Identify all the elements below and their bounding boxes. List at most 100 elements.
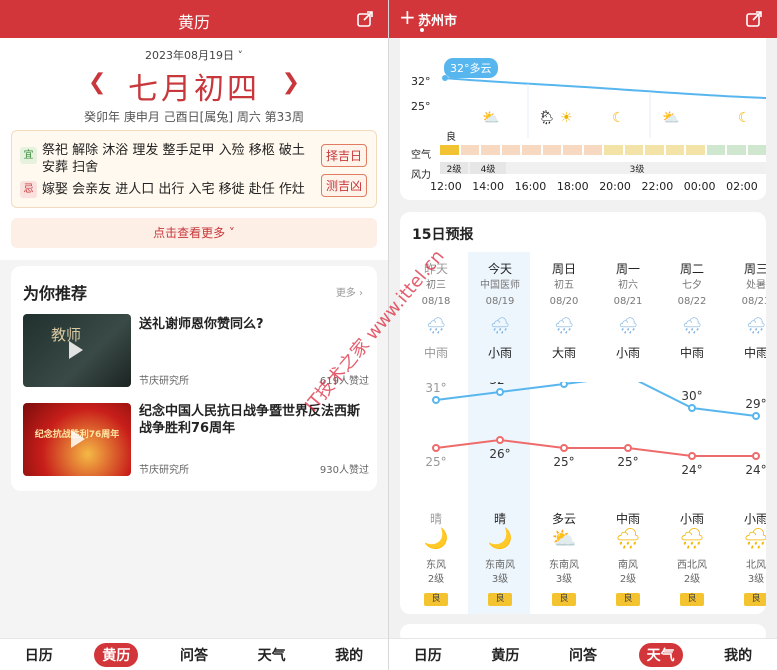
- play-icon: [69, 341, 83, 359]
- lunar-date: 七月初四: [128, 72, 260, 107]
- aqi-badge: 良: [744, 593, 766, 606]
- aqi-badge: 良: [424, 593, 448, 606]
- test-luck-button[interactable]: 测吉凶: [320, 174, 367, 197]
- hour-label: 02:00: [726, 180, 758, 193]
- weather-panel: + 苏州市 32°多云 32° 25° ⛅ 🌦 ☀ ☾ ⛅ ☾ 良 空气 风力 …: [389, 0, 777, 670]
- wind-dir: 北风: [746, 560, 766, 571]
- hour-label: 22:00: [641, 180, 674, 193]
- date-selector[interactable]: 2023年08月19日 ˅: [0, 47, 388, 63]
- add-city-icon[interactable]: +: [399, 5, 416, 29]
- nav-almanac[interactable]: 黄历: [483, 643, 527, 667]
- high-temp-point: [496, 388, 504, 396]
- weather-header: + 苏州市: [389, 0, 777, 38]
- night-weather: 小雨: [743, 512, 766, 526]
- sun-icon: ☀: [560, 110, 573, 126]
- low-temp-line: [435, 438, 756, 457]
- almanac-header: 黄历: [0, 0, 388, 38]
- wind-dir: 东风: [426, 560, 446, 571]
- night-weather: 小雨: [679, 512, 704, 526]
- forecast-card: 15日预报 昨天 初三 08/18 🌧 中雨晴 🌙 东风 2级良今天 中国医师 08/19 🌧 小雨晴…: [400, 212, 766, 614]
- ganzhi-detail: 癸卯年 庚申月 己酉日[属兔] 周六 第33周: [84, 110, 304, 124]
- low-temp-point: [688, 452, 696, 460]
- recommend-title: 为你推荐: [23, 284, 88, 303]
- nav-mine[interactable]: 我的: [327, 643, 371, 667]
- wind-level: 2级: [683, 574, 701, 585]
- wind-level: 3级: [555, 574, 573, 585]
- hourly-card: 32°多云 32° 25° ⛅ 🌦 ☀ ☾ ⛅ ☾ 良 空气 风力 2级 4级 …: [400, 38, 766, 200]
- day-weather: 中雨: [679, 346, 704, 360]
- aqi-badge: 良: [488, 593, 512, 606]
- high-temp-point: [560, 382, 568, 388]
- low-temp-label: 24°: [681, 463, 702, 477]
- aqi-badge-wrap: 良: [533, 586, 595, 606]
- ji-tag: 忌: [20, 181, 37, 198]
- aqi-badge-wrap: 良: [405, 586, 467, 606]
- hourly-temp-line: [443, 77, 766, 99]
- choose-day-button[interactable]: 择吉日: [320, 144, 367, 167]
- hour-label: 16:00: [514, 180, 547, 193]
- rain-icon: 🌧: [553, 316, 575, 335]
- nav-weather[interactable]: 天气: [638, 642, 683, 667]
- view-more-button[interactable]: 点击查看更多 ˅: [11, 218, 377, 248]
- aqi-badge-wrap: 良: [597, 586, 659, 606]
- nav-qa[interactable]: 问答: [561, 643, 605, 667]
- nav-weather[interactable]: 天气: [250, 643, 294, 667]
- nav-qa[interactable]: 问答: [172, 643, 216, 667]
- hourly-temp-curve: [442, 75, 766, 138]
- moon-icon: ☾: [738, 110, 751, 126]
- day-name: 周一: [615, 262, 640, 276]
- cloud-icon: 🌧: [679, 526, 705, 550]
- wind-bar: 2级 4级 3级: [440, 162, 766, 175]
- article-thumbnail: 教师: [23, 314, 131, 387]
- low-temp-point: [432, 444, 440, 452]
- wind-dir: 西北风: [677, 560, 707, 571]
- recommend-more-link[interactable]: 更多 ›: [336, 284, 363, 299]
- city-name[interactable]: 苏州市: [418, 10, 457, 29]
- yi-ji-box: 宜 祭祀 解除 沐浴 理发 整手足甲 入殓 移柩 破土 安葬 扫舍 忌 嫁娶 会…: [11, 130, 377, 208]
- current-point: [442, 75, 448, 81]
- article-likes: 930人赞过: [319, 465, 369, 476]
- cloudy-night-icon: ⛅: [662, 110, 680, 126]
- day-weather: 大雨: [551, 346, 576, 360]
- rain-icon: 🌧: [681, 316, 703, 335]
- aqi-value: 良: [446, 132, 456, 143]
- hour-label: 12:00: [430, 180, 462, 193]
- aqi-label: 空气: [411, 150, 431, 161]
- nav-almanac[interactable]: 黄历: [94, 642, 139, 667]
- wind-dir: 东南风: [549, 560, 579, 571]
- day-weather: 小雨: [615, 346, 640, 360]
- day-date: 08/23: [741, 296, 766, 307]
- ji-text: 嫁娶 会亲友 进人口 出行 入宅 移徙 赴任 作灶: [42, 182, 305, 197]
- wind-seg-1: 2级: [440, 162, 468, 175]
- yi-tag: 宜: [20, 147, 37, 164]
- moon-icon: 🌙: [487, 526, 513, 550]
- low-temp-label: 26°: [489, 447, 510, 461]
- nav-mine[interactable]: 我的: [716, 643, 760, 667]
- article-thumbnail: 纪念抗战胜利76周年: [23, 403, 131, 476]
- aqi-bar: [440, 145, 766, 155]
- cloudy-rain-icon: 🌦: [538, 110, 556, 126]
- play-icon: [71, 430, 85, 448]
- share-icon[interactable]: [356, 10, 374, 28]
- share-icon[interactable]: [745, 10, 763, 28]
- low-temp-label: 25°: [617, 455, 638, 469]
- day-sub: 处暑: [746, 280, 766, 291]
- high-temp-point: [752, 412, 760, 420]
- wind-level: 3级: [491, 574, 509, 585]
- cloudy-icon: ⛅: [482, 110, 500, 126]
- rain-icon: 🌧: [617, 316, 639, 335]
- wind-level: 2级: [427, 574, 445, 585]
- chevron-down-icon: ˅: [225, 226, 235, 240]
- temp-chart: 31°32°33°34°30°29°25°26°25°25°24°24°: [425, 382, 766, 477]
- wind-label: 风力: [411, 170, 431, 181]
- nav-calendar[interactable]: 日历: [406, 643, 450, 667]
- day-name: 周二: [679, 262, 704, 276]
- nav-calendar[interactable]: 日历: [17, 643, 61, 667]
- aqi-badge: 良: [616, 593, 640, 606]
- wind-seg-2: 4级: [470, 162, 506, 175]
- article-title: 纪念中国人民抗日战争暨世界反法西斯战争胜利76周年: [139, 404, 361, 436]
- high-temp-label: 30°: [681, 389, 702, 403]
- date-text: 2023年08月19日: [145, 49, 234, 62]
- night-weather: 晴: [429, 512, 442, 526]
- day-weather: 中雨: [423, 346, 448, 360]
